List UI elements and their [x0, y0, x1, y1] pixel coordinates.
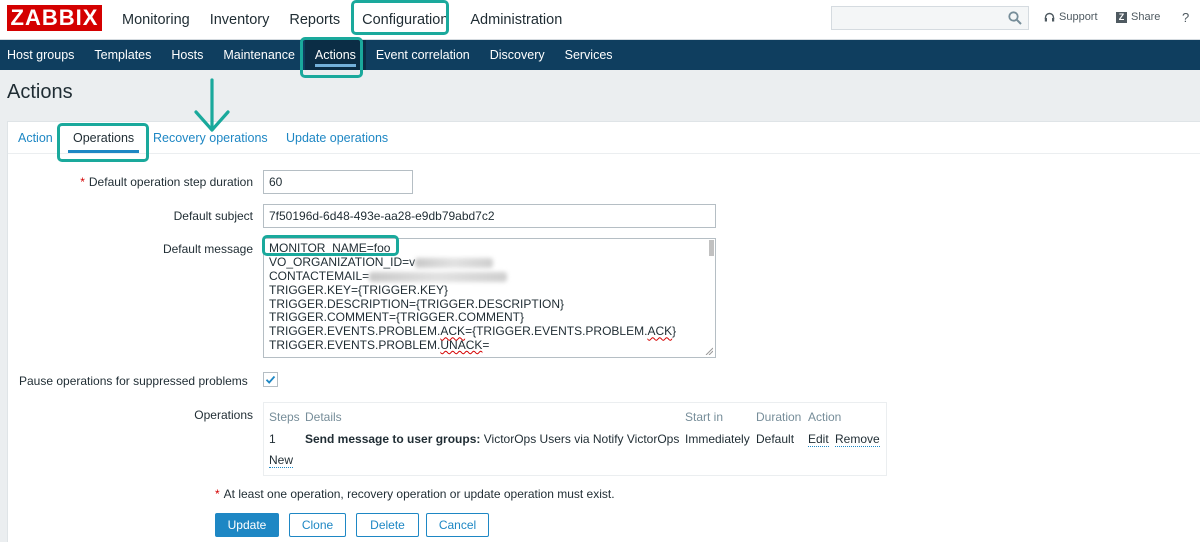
edit-operation-link[interactable]: Edit: [808, 432, 829, 447]
message-line: TRIGGER.KEY={TRIGGER.KEY}: [269, 282, 449, 297]
menu-reports[interactable]: Reports: [279, 2, 350, 38]
help-link[interactable]: ?: [1182, 10, 1189, 25]
menu-administration[interactable]: Administration: [460, 2, 572, 38]
delete-button[interactable]: Delete: [356, 513, 419, 537]
textarea-scrollbar[interactable]: [709, 240, 714, 256]
required-marker: *: [215, 487, 220, 501]
column-header-steps: Steps: [269, 410, 300, 424]
share-label: Share: [1131, 11, 1161, 23]
update-button[interactable]: Update: [215, 513, 279, 537]
default-message-label: Default message: [162, 242, 253, 256]
step-duration-label: * Default operation step duration: [80, 175, 253, 189]
submenu-host-groups[interactable]: Host groups: [0, 40, 84, 70]
search-input[interactable]: [831, 6, 1029, 30]
menu-monitoring[interactable]: Monitoring: [112, 2, 200, 38]
highlight-operations-tab: [57, 123, 149, 162]
clone-button[interactable]: Clone: [289, 513, 346, 537]
pause-operations-label: Pause operations for suppressed problems: [19, 374, 248, 388]
submenu-event-correlation[interactable]: Event correlation: [366, 40, 480, 70]
share-icon: Z: [1116, 11, 1127, 23]
headset-icon: [1044, 12, 1055, 21]
tab-action[interactable]: Action: [18, 131, 53, 145]
highlight-configuration: [351, 0, 449, 35]
submenu-services[interactable]: Services: [555, 40, 623, 70]
message-line: TRIGGER.EVENTS.PROBLEM.UNACK=: [269, 338, 490, 353]
operations-label: Operations: [194, 408, 253, 422]
validation-note: * At least one operation, recovery operat…: [215, 487, 615, 501]
default-subject-input[interactable]: 7f50196d-6d48-493e-aa28-e9db79abd7c2: [263, 204, 716, 228]
checkmark-icon: [265, 375, 276, 384]
message-line: TRIGGER.EVENTS.PROBLEM.ACK={TRIGGER.EVEN…: [269, 324, 677, 339]
main-menu: Monitoring Inventory Reports Configurati…: [112, 0, 572, 40]
operation-details: Send message to user groups: VictorOps U…: [305, 432, 680, 446]
support-label: Support: [1059, 11, 1098, 23]
column-header-details: Details: [305, 410, 342, 424]
pause-operations-checkbox[interactable]: [263, 372, 278, 387]
arrow-down-icon: [194, 78, 230, 132]
resize-grip-icon[interactable]: [705, 347, 713, 355]
default-subject-label: Default subject: [173, 209, 253, 223]
sub-menu: Host groups Templates Hosts Maintenance …: [0, 40, 1200, 70]
page-title: Actions: [7, 81, 73, 103]
highlight-actions: [300, 37, 363, 78]
message-line: VO_ORGANIZATION_ID=v: [269, 255, 710, 270]
operations-table: Steps Details Start in Duration Action 1…: [263, 402, 887, 476]
redacted-text: [415, 257, 494, 268]
remove-operation-link[interactable]: Remove: [835, 432, 880, 447]
column-header-duration: Duration: [756, 410, 802, 424]
menu-inventory[interactable]: Inventory: [200, 2, 280, 38]
operation-start-in: Immediately: [685, 432, 750, 446]
submenu-discovery[interactable]: Discovery: [480, 40, 555, 70]
operation-step: 1: [269, 432, 276, 446]
submenu-hosts[interactable]: Hosts: [161, 40, 213, 70]
search-icon[interactable]: [1008, 11, 1022, 25]
column-header-action: Action: [808, 410, 842, 424]
submenu-templates[interactable]: Templates: [84, 40, 161, 70]
step-duration-input[interactable]: 60: [263, 170, 413, 194]
submenu-maintenance[interactable]: Maintenance: [213, 40, 305, 70]
message-line: CONTACTEMAIL=: [269, 269, 710, 284]
tab-bar: Action Operations Recovery operations Up…: [8, 122, 1200, 154]
redacted-text: [369, 271, 508, 282]
new-operation-link[interactable]: New: [269, 453, 294, 468]
default-message-textarea[interactable]: MONITOR_NAME=foo VO_ORGANIZATION_ID=v CO…: [263, 238, 716, 358]
column-header-start-in: Start in: [685, 410, 724, 424]
operation-duration: Default: [756, 432, 795, 446]
cancel-button[interactable]: Cancel: [426, 513, 489, 537]
share-link[interactable]: Z Share: [1116, 11, 1160, 23]
highlight-monitor-name: [262, 235, 399, 256]
required-marker: *: [80, 175, 85, 189]
message-line: TRIGGER.DESCRIPTION={TRIGGER.DESCRIPTION…: [269, 296, 565, 311]
support-link[interactable]: Support: [1044, 11, 1098, 23]
tab-update-operations[interactable]: Update operations: [286, 131, 388, 145]
message-line: TRIGGER.COMMENT={TRIGGER.COMMENT}: [269, 310, 525, 325]
zabbix-logo[interactable]: ZABBIX: [7, 5, 102, 31]
action-form-panel: Action Operations Recovery operations Up…: [7, 121, 1200, 542]
top-bar: ZABBIX Monitoring Inventory Reports Conf…: [0, 0, 1200, 40]
